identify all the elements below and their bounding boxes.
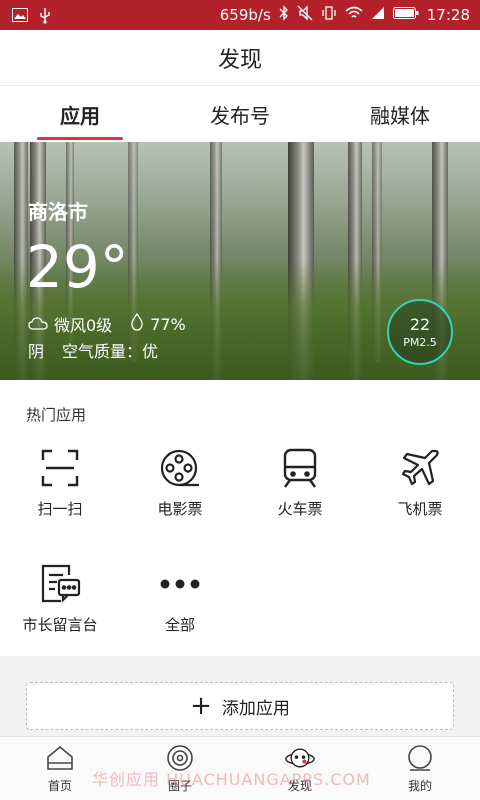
- nav-circle-label: 圈子: [167, 779, 192, 793]
- home-icon: [45, 743, 75, 773]
- weather-city: 商洛市: [28, 200, 88, 224]
- train-icon: [278, 446, 322, 490]
- bluetooth-icon: [279, 5, 289, 25]
- tab-media[interactable]: 融媒体: [320, 86, 480, 142]
- tab-apps[interactable]: 应用: [0, 86, 160, 142]
- battery-icon: [392, 6, 419, 24]
- app-label: 电影票: [157, 500, 203, 518]
- circle-icon: [165, 743, 195, 773]
- film-reel-icon: [158, 446, 202, 490]
- add-app-section: + 添加应用: [0, 656, 480, 736]
- app-scan[interactable]: 扫一扫: [10, 446, 110, 519]
- app-label: 全部: [164, 616, 195, 634]
- network-speed: 659b/s: [219, 6, 271, 24]
- page-title: 发现: [0, 30, 480, 86]
- app-movie-ticket[interactable]: 电影票: [130, 446, 230, 519]
- status-bar: 659b/s 17:28: [0, 0, 480, 30]
- weather-wind: 微风0级: [54, 316, 113, 335]
- weather-banner[interactable]: 商洛市 29° 微风0级 77% 阴 空气质量：优 22 PM2.5: [0, 142, 480, 380]
- add-app-button[interactable]: + 添加应用: [26, 682, 454, 730]
- scan-icon: [38, 446, 82, 490]
- weather-temperature: 29°: [26, 233, 129, 301]
- plus-icon: +: [190, 691, 212, 721]
- weather-condition-row: 阴 空气质量：优: [28, 338, 158, 362]
- wifi-icon: [345, 6, 363, 24]
- app-train-ticket[interactable]: 火车票: [250, 446, 350, 519]
- pm25-label: PM2.5: [403, 336, 437, 349]
- mute-icon: [297, 5, 313, 25]
- pm25-value: 22: [409, 315, 431, 334]
- tab-bar: 应用 发布号 融媒体: [0, 86, 480, 142]
- app-label: 火车票: [277, 500, 323, 518]
- weather-air-quality: 空气质量：优: [62, 342, 159, 361]
- weather-condition: 阴: [28, 342, 45, 361]
- message-board-icon: [38, 562, 82, 606]
- humidity-drop-icon: [130, 312, 144, 335]
- hot-apps-section: 热门应用 扫一扫 电影票 火车票 飞机票 市长留言台 全部: [0, 380, 480, 656]
- clock-time: 17:28: [426, 6, 470, 24]
- nav-profile-label: 我的: [407, 779, 432, 793]
- usb-icon: [38, 8, 54, 24]
- more-dots-icon: [158, 562, 202, 606]
- vibrate-icon: [321, 5, 337, 25]
- app-label: 飞机票: [397, 500, 443, 518]
- nav-circle[interactable]: 圈子: [120, 737, 240, 800]
- hot-apps-title: 热门应用: [26, 406, 87, 424]
- weather-wind-humidity: 微风0级 77%: [28, 312, 186, 336]
- nav-home[interactable]: 首页: [0, 737, 120, 800]
- app-all[interactable]: 全部: [130, 562, 230, 635]
- cloud-icon: [28, 315, 48, 334]
- airplane-icon: [398, 446, 442, 490]
- pm25-badge: 22 PM2.5: [387, 299, 453, 365]
- planet-icon: [285, 743, 315, 773]
- app-mayor-message[interactable]: 市长留言台: [10, 562, 110, 635]
- add-app-label: 添加应用: [221, 698, 290, 719]
- bottom-nav: 首页 圈子 发现 我的: [0, 736, 480, 800]
- profile-icon: [405, 743, 435, 773]
- weather-humidity: 77%: [150, 314, 186, 334]
- nav-profile[interactable]: 我的: [360, 737, 480, 800]
- nav-home-label: 首页: [47, 779, 72, 793]
- app-flight-ticket[interactable]: 飞机票: [370, 446, 470, 519]
- signal-icon: [371, 6, 385, 24]
- app-label: 市长留言台: [22, 616, 98, 634]
- nav-discover-label: 发现: [287, 779, 312, 793]
- image-notification-icon: [12, 8, 28, 22]
- app-label: 扫一扫: [37, 500, 83, 518]
- nav-discover[interactable]: 发现: [240, 737, 360, 800]
- tab-publishers[interactable]: 发布号: [160, 86, 320, 142]
